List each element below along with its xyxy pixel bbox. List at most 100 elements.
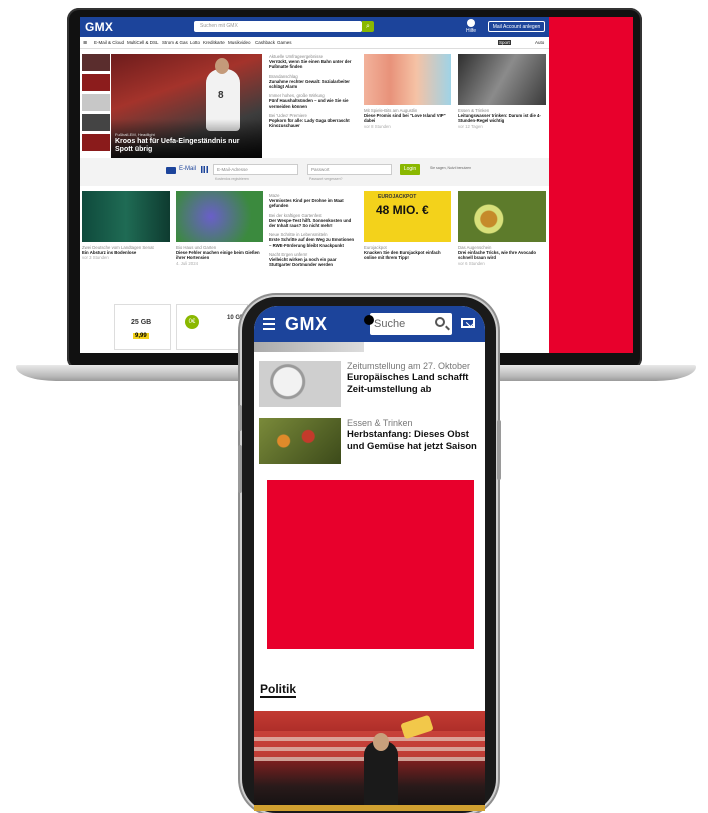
nav-item[interactable]: Kreditkarte: [203, 40, 225, 45]
phone-offer-ad[interactable]: 0€ 10 GB: [176, 304, 248, 350]
nav-item[interactable]: Musikvideo: [228, 40, 251, 45]
speaker-figure: [364, 741, 398, 811]
politics-hero-image[interactable]: [254, 711, 485, 811]
data-plan-ad[interactable]: 25 GB 9,99: [114, 304, 171, 350]
teaser-date: vor 8 Stunden: [364, 123, 391, 129]
thumbnail[interactable]: [82, 134, 110, 151]
teaser-image: [82, 191, 170, 242]
phone-screen: GMX Suche Zeitumstellung am 27. Oktober …: [254, 306, 485, 811]
hero-teaser[interactable]: 8 Fußball-EM, Headlight Kroos hat für Ue…: [111, 54, 262, 159]
hero-player-head: [215, 58, 229, 74]
login-email-label[interactable]: E-Mail: [179, 166, 196, 172]
apps-grid-icon[interactable]: [201, 166, 208, 173]
teaser-image: [364, 54, 451, 105]
article-image: [259, 418, 341, 464]
nav-item[interactable]: MultiCell & DSL: [127, 40, 159, 45]
phone-header: GMX Suche: [254, 306, 485, 342]
front-camera: [364, 315, 374, 325]
teaser-date: vor 3 Stunden: [82, 255, 109, 261]
thumbnail[interactable]: [82, 74, 110, 91]
secure-label: Sie sagen, Nutzt benutzen: [430, 166, 472, 170]
help-button[interactable]: Hilfe: [463, 19, 479, 34]
thumbnail[interactable]: [82, 114, 110, 131]
eurojackpot-amount: 48 MIO. €: [376, 203, 429, 217]
search-button[interactable]: ⌕: [362, 21, 374, 32]
menu-icon[interactable]: ≡: [83, 40, 87, 47]
thumbnail[interactable]: [82, 54, 110, 71]
top-header: GMX Suchen mit GMX ⌕ Hilfe Mail Account …: [80, 17, 549, 37]
teaser-date: 4. Juli 2024: [176, 260, 198, 266]
forgot-password-link[interactable]: Passwort vergessen?: [309, 177, 342, 181]
thumbnail[interactable]: [82, 94, 110, 111]
news-title[interactable]: Zunahme rechter Gewalt: Sozialarbeiter s…: [269, 79, 357, 89]
teaser-image: [458, 191, 546, 242]
password-field[interactable]: Passwort: [307, 164, 392, 175]
search-input[interactable]: Suchen mit GMX: [194, 21, 362, 32]
login-button[interactable]: Login: [400, 164, 420, 175]
gmx-logo[interactable]: GMX: [85, 20, 113, 34]
help-label: Hilfe: [465, 28, 476, 34]
red-ad-banner[interactable]: [267, 480, 474, 649]
article-item[interactable]: Essen & Trinken Herbstanfang: Dieses Obs…: [259, 418, 480, 466]
article-title: Europäisches Land schafft Zeit-umstellun…: [347, 372, 469, 395]
news-title[interactable]: Vermisstes Kind per Drohne im Maat gefun…: [269, 198, 357, 208]
previous-article-image: [254, 342, 364, 352]
gmx-logo[interactable]: GMX: [285, 314, 328, 335]
nav-item-right[interactable]: Sport: [498, 40, 511, 45]
teaser-card-water[interactable]: Essen & Trinken Leitungswasser trinken: …: [458, 54, 546, 129]
data-plan-price: 9,99: [133, 333, 149, 339]
teaser-card-crash[interactable]: Zwei Deutsche vom Landtagen Senat Ein Ab…: [82, 191, 170, 261]
create-account-button[interactable]: Mail Account anlegen: [488, 21, 545, 32]
nav-item-right[interactable]: Auto: [535, 40, 544, 45]
mail-icon: [166, 167, 176, 174]
register-link[interactable]: Kostenlos registrieren: [215, 177, 249, 181]
hero-kicker: Fußball-EM, Headlight: [115, 132, 155, 137]
teaser-title: Diese Fehler machen einige beim Gießen i…: [176, 250, 260, 261]
nav-item[interactable]: Cashback: [255, 40, 275, 45]
news-title[interactable]: Verrückt, wenn Sie einen Bahn unter der …: [269, 59, 357, 69]
teaser-date: vor 12 Tagen: [458, 123, 483, 129]
zero-euro-badge: 0€: [185, 315, 199, 329]
teaser-card-hydrangea[interactable]: Bio Haus und Garten Diese Fehler machen …: [176, 191, 263, 266]
phone-side-button: [238, 445, 242, 493]
article-kicker: Zeitumstellung am 27. Oktober: [347, 361, 471, 371]
news-title[interactable]: Fünf Haushaltsünden – und wie Sie sie ve…: [269, 98, 357, 108]
news-title[interactable]: Vielleicht wirken ja noch ein paar Stutt…: [269, 257, 357, 267]
teaser-title: Leitungswasser trinken: Darum ist die 4-…: [458, 113, 541, 124]
article-image: [259, 361, 341, 407]
news-title[interactable]: Popkorn für alle: Lady Gaga überrascht K…: [269, 118, 357, 128]
eurojackpot-banner: EUROJACKPOT 48 MIO. €: [364, 191, 451, 242]
search-icon[interactable]: [435, 317, 445, 327]
teaser-title: Diese Promis sind bei "Love Island VIP" …: [364, 113, 446, 124]
section-title[interactable]: Politik: [260, 682, 297, 698]
menu-icon[interactable]: [263, 318, 275, 333]
teaser-title: Drei einfache Tricks, wie Ihre Avocado s…: [458, 250, 537, 261]
teaser-image: [176, 191, 263, 242]
red-ad-banner[interactable]: [549, 17, 633, 353]
data-plan-label: 25 GB: [131, 319, 152, 326]
nav-item[interactable]: Strom & Gas: [162, 40, 188, 45]
eurojackpot-brand: EUROJACKPOT: [378, 194, 417, 200]
news-list-2: Maze Vermisstes Kind per Drohne im Maat …: [269, 193, 357, 271]
teaser-card-love-island[interactable]: Mit Spiele-Bits am Augustlin Diese Promi…: [364, 54, 451, 129]
email-field[interactable]: E-Mail-Adresse: [213, 164, 298, 175]
data-plan-small-label: 10 GB: [227, 315, 245, 321]
article-title: Herbstanfang: Dieses Obst und Gemüse hat…: [347, 429, 477, 452]
teaser-title: Knacken Sie den Eurojackpot einfach onli…: [364, 250, 441, 261]
teaser-card-eurojackpot[interactable]: EUROJACKPOT 48 MIO. € Eurojackpot Knacke…: [364, 191, 451, 261]
teaser-card-avocado[interactable]: Das Augenschein Drei einfache Tricks, wi…: [458, 191, 546, 266]
phone-power-button: [497, 420, 501, 480]
stage-edge: [254, 805, 485, 811]
article-item[interactable]: Zeitumstellung am 27. Oktober Europäisch…: [259, 361, 480, 409]
hero-player-number: 8: [218, 90, 224, 101]
nav-bar: ≡ E-Mail & Cloud MultiCell & DSL Strom &…: [80, 37, 549, 49]
hero-title[interactable]: Kroos hat für Uefa-Eingeständnis nur Spo…: [115, 138, 255, 154]
login-strip: E-Mail E-Mail-Adresse Kostenlos registri…: [80, 158, 549, 186]
nav-item[interactable]: E-Mail & Cloud: [94, 40, 124, 45]
news-title[interactable]: Der Wespe-Test hilft. Sonnenkosten und d…: [269, 218, 357, 228]
speaker-head: [373, 733, 389, 751]
nav-item[interactable]: Games: [277, 40, 292, 45]
nav-item[interactable]: Lotto: [190, 40, 200, 45]
mail-icon[interactable]: [461, 318, 475, 328]
news-title[interactable]: Erste Schritte auf dem Weg zu Emotionen …: [269, 237, 357, 247]
